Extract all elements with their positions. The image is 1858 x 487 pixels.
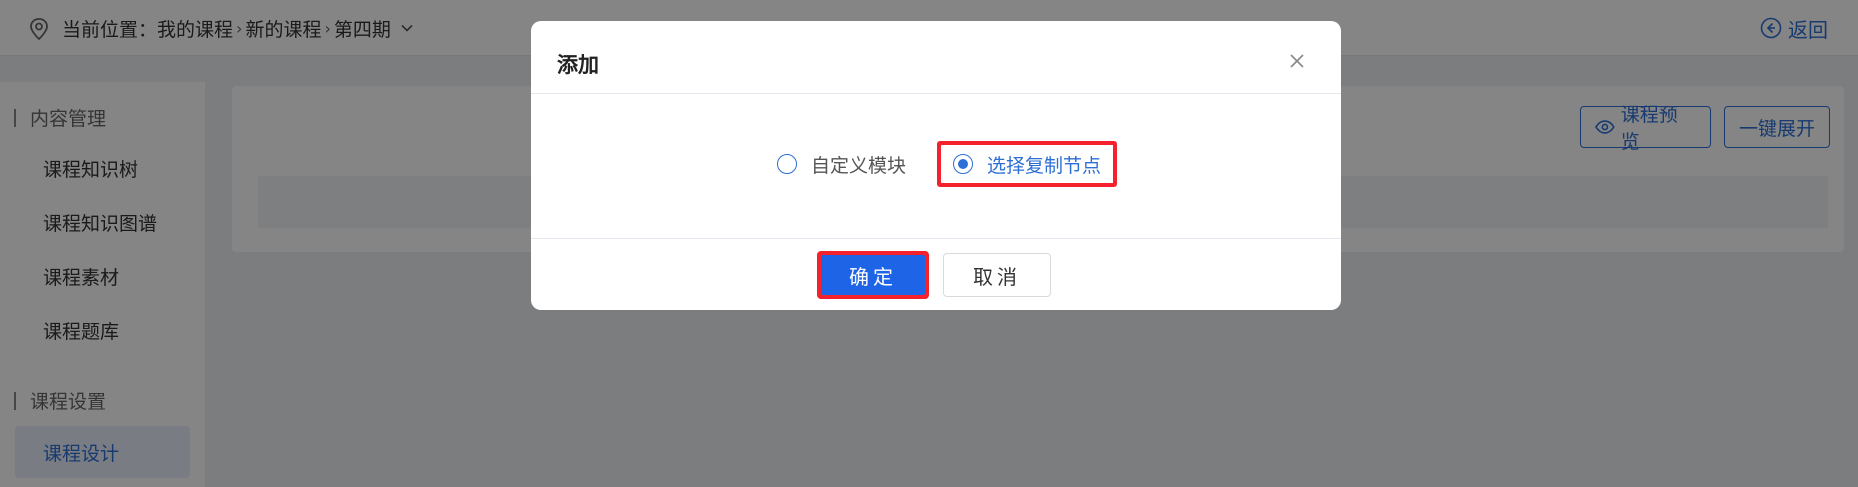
dialog-title: 添加 (557, 53, 599, 77)
radio-circle-icon (777, 154, 797, 174)
radio-custom-module[interactable]: 自定义模块 (777, 141, 906, 187)
add-type-radio-group: 自定义模块 选择复制节点 (531, 141, 1341, 187)
radio-checked-icon (953, 154, 973, 174)
confirm-button[interactable]: 确定 (817, 251, 929, 299)
radio-copy-node[interactable]: 选择复制节点 (937, 141, 1118, 187)
cancel-button[interactable]: 取消 (943, 253, 1051, 297)
radio-label: 自定义模块 (811, 154, 907, 177)
confirm-label: 确定 (821, 255, 925, 295)
radio-label: 选择复制节点 (987, 154, 1102, 177)
close-icon[interactable] (1287, 51, 1307, 71)
add-dialog: 添加 自定义模块 选择复制节点 确定 取消 (531, 21, 1341, 310)
dialog-header-divider (531, 93, 1341, 94)
dialog-footer-divider (531, 238, 1341, 239)
